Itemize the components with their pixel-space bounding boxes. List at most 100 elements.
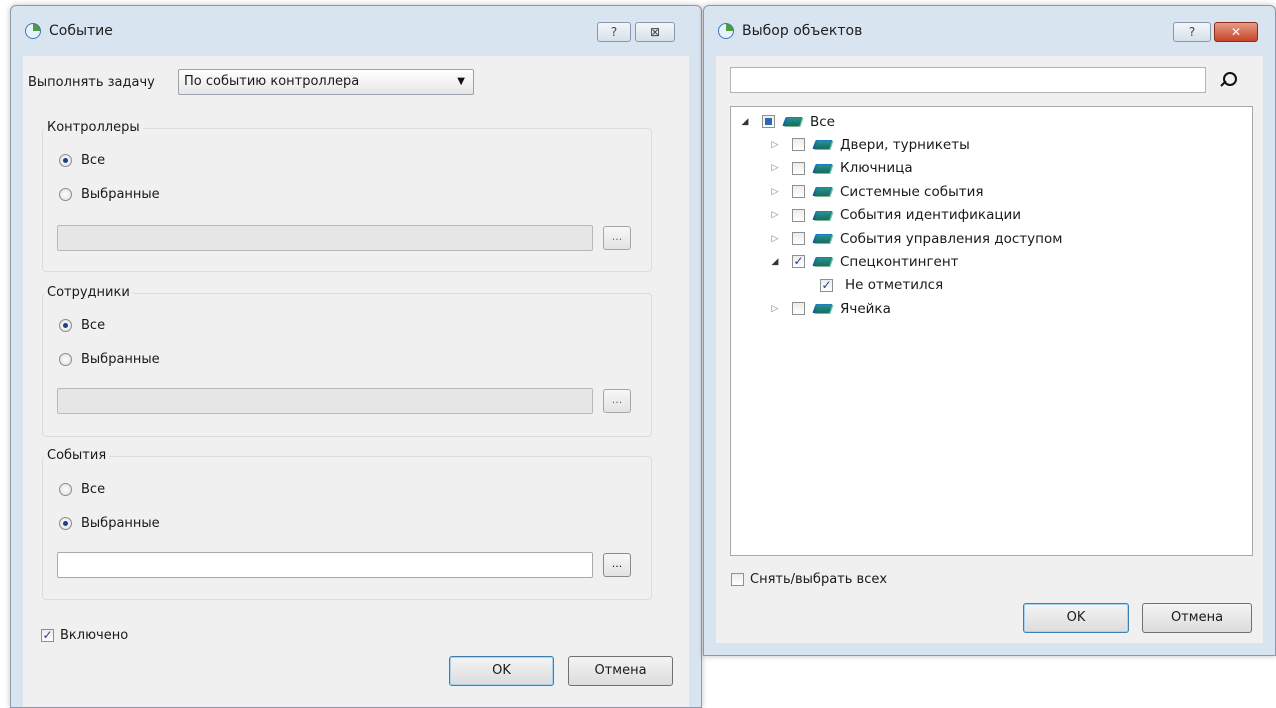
execute-task-combo[interactable]: По событию контроллера ▼ [178,69,474,95]
enabled-label: Включено [60,628,129,643]
select-dialog-titlebar[interactable]: Выбор объектов ? ✕ [704,6,1275,56]
select-all-label: Снять/выбрать всех [750,572,888,587]
tree-item[interactable]: ▷ Системные события [769,180,984,203]
expanded-arrow-icon[interactable]: ◢ [739,117,751,127]
controllers-all-radio[interactable]: Все [59,153,105,168]
collapsed-arrow-icon[interactable]: ▷ [769,140,781,150]
folder-icon [814,163,832,174]
event-dialog-close-button[interactable]: ⊠ [635,22,675,42]
app-clock-icon [25,23,41,39]
tree-item-checkbox[interactable] [792,185,805,199]
tree-item-checkbox[interactable] [762,115,775,128]
event-ok-button[interactable]: OK [449,656,554,686]
employees-group-title: Сотрудники [44,285,133,301]
tree-item[interactable]: ▷ Ячейка [769,297,891,320]
employees-selected-label: Выбранные [81,352,160,367]
select-ok-button[interactable]: OK [1023,603,1129,633]
events-selected-label: Выбранные [81,516,160,531]
select-dialog-close-button[interactable]: ✕ [1214,22,1258,42]
select-all-check-indicator [731,573,744,586]
tree-item-label: События управления доступом [840,230,1063,247]
collapsed-arrow-icon[interactable]: ▷ [769,210,781,220]
tree-item[interactable]: ▷ События управления доступом [769,227,1063,250]
radio-indicator [59,319,72,332]
app-clock-icon [718,23,734,39]
controllers-group-title: Контроллеры [44,120,143,136]
folder-icon [814,210,832,221]
tree-item-label: Все [810,113,835,130]
expanded-arrow-icon[interactable]: ◢ [769,257,781,267]
tree-item-label: Двери, турникеты [840,136,970,153]
tree-item-label: Спецконтингент [840,253,959,270]
enabled-checkbox[interactable]: ✓ Включено [41,628,128,643]
employees-all-label: Все [81,318,106,333]
radio-indicator [59,517,72,530]
tree-item[interactable]: ◢ Все [739,110,835,133]
events-all-radio[interactable]: Все [59,482,105,497]
event-dialog-help-button[interactable]: ? [597,22,631,42]
event-dialog-title: Событие [49,23,113,39]
objects-tree[interactable]: ◢ Все ▷ Двери, турникеты ▷ Ключница ▷ Системные… [730,106,1253,556]
collapsed-arrow-icon[interactable]: ▷ [769,234,781,244]
folder-icon [814,186,832,197]
tree-item[interactable]: ▷ Двери, турникеты [769,133,970,156]
employees-browse-button: ... [603,389,631,413]
tree-item-label: События идентификации [840,207,1022,224]
employees-all-radio[interactable]: Все [59,318,105,333]
select-dialog-help-button[interactable]: ? [1173,22,1211,42]
tree-item[interactable]: ✓ Не отметился [820,274,943,297]
events-group-title: События [44,448,110,464]
tree-item[interactable]: ◢ ✓ Спецконтингент [769,250,959,273]
tree-item-checkbox[interactable] [792,138,805,152]
events-all-label: Все [81,482,106,497]
tree-item[interactable]: ▷ Ключница [769,157,913,180]
folder-icon [784,116,802,127]
controllers-all-label: Все [81,153,106,168]
employees-selected-field [57,388,593,414]
collapsed-arrow-icon[interactable]: ▷ [769,163,781,173]
select-all-checkbox[interactable]: Снять/выбрать всех [731,572,887,587]
controllers-selected-radio[interactable]: Выбранные [59,187,160,202]
event-dialog: Событие ? ⊠ Выполнять задачу По событию … [10,5,702,708]
chevron-down-icon: ▼ [457,76,465,87]
events-selected-radio[interactable]: Выбранные [59,516,160,531]
tree-item-checkbox[interactable] [792,161,805,175]
execute-task-value: По событию контроллера [184,74,360,89]
events-selected-field[interactable] [57,552,593,578]
tree-item-label: Ячейка [840,300,891,317]
tree-item-checkbox[interactable]: ✓ [820,278,833,292]
folder-icon [814,256,832,267]
tree-item-checkbox[interactable] [792,208,805,222]
radio-indicator [59,353,72,366]
controllers-selected-label: Выбранные [81,187,160,202]
tree-item-checkbox[interactable] [792,302,805,316]
tree-item-label: Ключница [840,160,913,177]
enabled-check-indicator: ✓ [41,628,54,642]
event-dialog-titlebar[interactable]: Событие ? ⊠ [11,6,701,56]
search-input[interactable] [730,67,1206,93]
execute-task-label: Выполнять задачу [28,75,155,90]
radio-indicator [59,188,72,201]
folder-icon [814,233,832,244]
collapsed-arrow-icon[interactable]: ▷ [769,304,781,314]
search-icon[interactable] [1221,72,1237,88]
events-browse-button[interactable]: ... [603,553,631,577]
employees-selected-radio[interactable]: Выбранные [59,352,160,367]
controllers-browse-button: ... [603,226,631,250]
tree-item-checkbox[interactable]: ✓ [792,255,805,269]
select-dialog-body: ◢ Все ▷ Двери, турникеты ▷ Ключница ▷ Системные… [716,56,1263,643]
tree-item-label: Системные события [840,183,984,200]
collapsed-arrow-icon[interactable]: ▷ [769,187,781,197]
select-dialog-title: Выбор объектов [742,23,863,39]
select-cancel-button[interactable]: Отмена [1142,603,1252,633]
folder-icon [814,139,832,150]
tree-item-label: Не отметился [845,277,944,294]
tree-item[interactable]: ▷ События идентификации [769,204,1022,227]
event-cancel-button[interactable]: Отмена [568,656,673,686]
tree-item-checkbox[interactable] [792,232,805,245]
controllers-selected-field [57,225,593,251]
radio-indicator [59,154,72,167]
select-objects-dialog: Выбор объектов ? ✕ ◢ Все ▷ Двери, турникеты… [703,5,1276,656]
event-dialog-body: Выполнять задачу По событию контроллера … [23,56,689,707]
radio-indicator [59,483,72,496]
